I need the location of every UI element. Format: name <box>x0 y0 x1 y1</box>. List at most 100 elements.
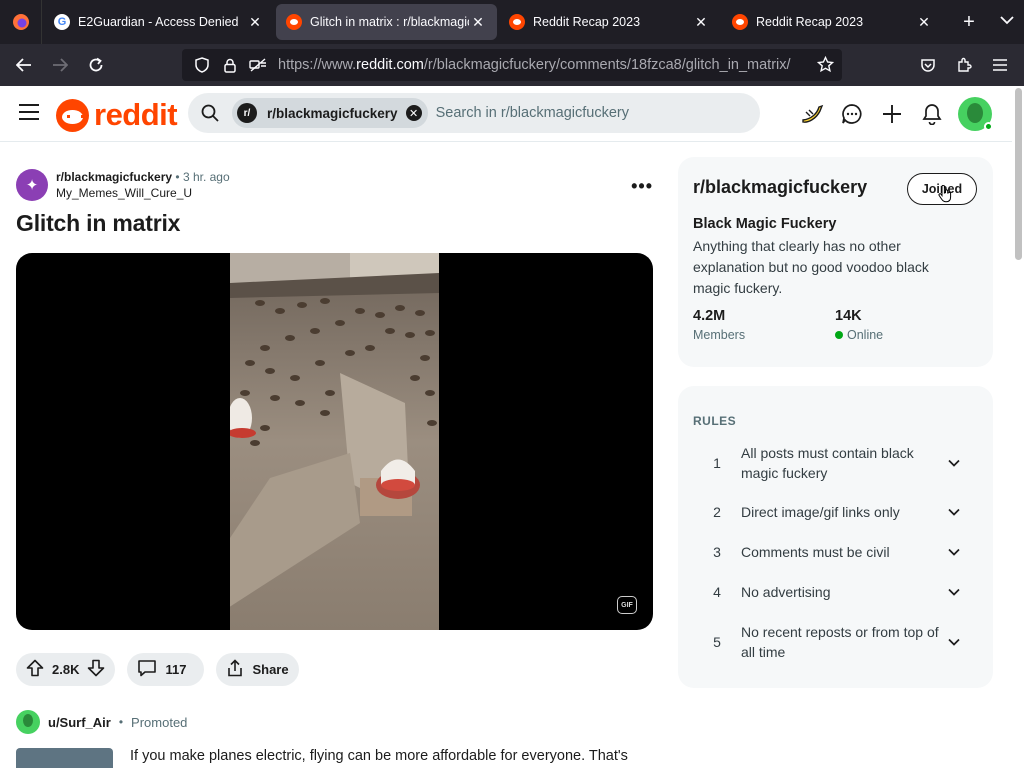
tab-title: Reddit Recap 2023 <box>756 15 864 29</box>
url-text: https://www.reddit.com/r/blackmagicfucke… <box>278 57 791 73</box>
mouse-cursor-hand-icon <box>938 184 952 208</box>
rule-number: 4 <box>713 584 721 600</box>
reddit-icon <box>286 14 302 30</box>
comments-button[interactable]: 117 <box>127 653 205 686</box>
search-scope-chip[interactable]: r/ r/blackmagicfuckery ✕ <box>232 98 428 128</box>
post-time: 3 hr. ago <box>182 170 230 184</box>
tab-reddit-recap-1[interactable]: Reddit Recap 2023 ✕ <box>499 4 720 40</box>
reddit-logo[interactable]: reddit <box>56 97 178 133</box>
tab-list-chevron-icon[interactable] <box>1000 12 1014 30</box>
gif-badge: GIF <box>617 596 637 614</box>
page-scrollbar[interactable] <box>1012 86 1024 768</box>
extensions-icon[interactable] <box>946 49 982 81</box>
subreddit-link[interactable]: r/blackmagicfuckery <box>56 170 172 184</box>
more-options-icon[interactable]: ••• <box>631 176 653 197</box>
online-label: Online <box>847 328 884 342</box>
comment-count: 117 <box>165 662 187 677</box>
hamburger-menu-icon[interactable] <box>982 49 1018 81</box>
vote-bar: 2.8K <box>16 653 116 686</box>
rule-number: 5 <box>713 634 721 650</box>
snoo-icon <box>56 98 89 132</box>
firefox-menu-icon[interactable] <box>0 0 42 44</box>
author-link[interactable]: My_Memes_Will_Cure_U <box>56 185 230 201</box>
community-name[interactable]: r/blackmagicfuckery <box>693 177 867 198</box>
post-meta: ✦ r/blackmagicfuckery • 3 hr. ago My_Mem… <box>16 166 653 204</box>
reload-icon[interactable] <box>78 49 114 81</box>
close-tab-icon[interactable]: ✕ <box>469 14 487 31</box>
tracking-shield-icon[interactable] <box>188 57 216 73</box>
promoted-post: u/Surf_Air • Promoted If you make planes… <box>16 708 653 768</box>
members-label: Members <box>693 328 746 342</box>
pocket-icon[interactable] <box>910 49 946 81</box>
post-actions: 2.8K 117 Share <box>16 653 311 686</box>
tab-glitch-in-matrix[interactable]: Glitch in matrix : r/blackmagicfuckery ✕ <box>276 4 497 40</box>
bookmark-star-icon[interactable] <box>816 55 835 78</box>
forward-icon[interactable] <box>42 49 78 81</box>
rule-item[interactable]: 3 Comments must be civil <box>693 542 978 562</box>
rule-text: No advertising <box>741 584 831 600</box>
chevron-down-icon <box>948 503 960 521</box>
permissions-icon[interactable] <box>244 58 272 72</box>
reddit-icon <box>732 14 748 30</box>
user-avatar[interactable] <box>958 97 993 131</box>
advertiser-avatar[interactable] <box>16 710 40 734</box>
video-frame <box>230 253 439 630</box>
search-bar[interactable]: r/ r/blackmagicfuckery ✕ <box>188 93 760 133</box>
chicken-coop-scene <box>230 253 439 630</box>
close-tab-icon[interactable]: ✕ <box>246 14 264 31</box>
notifications-bell-icon[interactable] <box>912 95 952 133</box>
new-tab-icon[interactable]: + <box>951 11 987 34</box>
rule-number: 3 <box>713 544 721 560</box>
post-title[interactable]: Glitch in matrix <box>16 210 653 237</box>
search-input[interactable] <box>435 105 736 121</box>
downvote-arrow-icon[interactable] <box>87 659 105 680</box>
chevron-down-icon <box>948 633 960 651</box>
online-dot-icon <box>835 331 843 339</box>
back-icon[interactable] <box>6 49 42 81</box>
remove-scope-icon[interactable]: ✕ <box>405 105 422 121</box>
rule-text: Comments must be civil <box>741 544 890 560</box>
rule-number: 1 <box>713 455 721 471</box>
rule-item[interactable]: 5 No recent reposts or from top of all t… <box>693 622 978 662</box>
advertise-icon[interactable] <box>792 95 832 133</box>
browser-nav-bar: https://www.reddit.com/r/blackmagicfucke… <box>0 44 1024 86</box>
create-post-icon[interactable] <box>872 95 912 133</box>
rule-item[interactable]: 2 Direct image/gif links only <box>693 502 978 522</box>
close-tab-icon[interactable]: ✕ <box>692 14 710 31</box>
online-stat: 14K Online <box>835 308 883 342</box>
search-scope-label: r/blackmagicfuckery <box>267 105 398 121</box>
post: ✦ r/blackmagicfuckery • 3 hr. ago My_Mem… <box>16 166 653 630</box>
menu-icon[interactable] <box>18 103 40 126</box>
tab-reddit-recap-2[interactable]: Reddit Recap 2023 ✕ <box>722 4 943 40</box>
search-icon <box>188 104 232 122</box>
share-button[interactable]: Share <box>216 653 299 686</box>
rules-card: RULES 1 All posts must contain black mag… <box>678 386 993 688</box>
ad-thumbnail[interactable] <box>16 748 113 768</box>
tab-title: E2Guardian - Access Denied <box>78 15 239 29</box>
post-media[interactable]: GIF <box>16 253 653 630</box>
subreddit-icon: r/ <box>237 103 257 123</box>
close-tab-icon[interactable]: ✕ <box>915 14 933 31</box>
ad-text[interactable]: If you make planes electric, flying can … <box>130 748 628 764</box>
chat-icon[interactable] <box>832 95 872 133</box>
rule-item[interactable]: 4 No advertising <box>693 582 978 602</box>
lock-icon[interactable] <box>216 58 244 73</box>
tab-e2guardian[interactable]: G E2Guardian - Access Denied ✕ <box>44 4 274 40</box>
logo-text: reddit <box>94 97 178 132</box>
rule-item[interactable]: 1 All posts must contain black magic fuc… <box>693 443 978 483</box>
chevron-down-icon <box>948 583 960 601</box>
community-description: Anything that clearly has no other expla… <box>693 238 929 296</box>
meta-separator: • <box>175 170 180 184</box>
scrollbar-thumb[interactable] <box>1015 88 1022 260</box>
members-count: 4.2M <box>693 308 726 324</box>
advertiser-link[interactable]: u/Surf_Air <box>48 715 111 730</box>
reddit-header: reddit r/ r/blackmagicfuckery ✕ <box>0 86 1012 142</box>
google-icon: G <box>54 14 70 30</box>
rules-heading: RULES <box>693 414 737 428</box>
upvote-arrow-icon[interactable] <box>26 659 44 680</box>
promo-separator: • <box>118 715 124 729</box>
tab-title: Reddit Recap 2023 <box>533 15 641 29</box>
subreddit-avatar-wand-icon[interactable]: ✦ <box>16 169 48 201</box>
url-bar[interactable]: https://www.reddit.com/r/blackmagicfucke… <box>182 49 842 81</box>
reddit-icon <box>509 14 525 30</box>
